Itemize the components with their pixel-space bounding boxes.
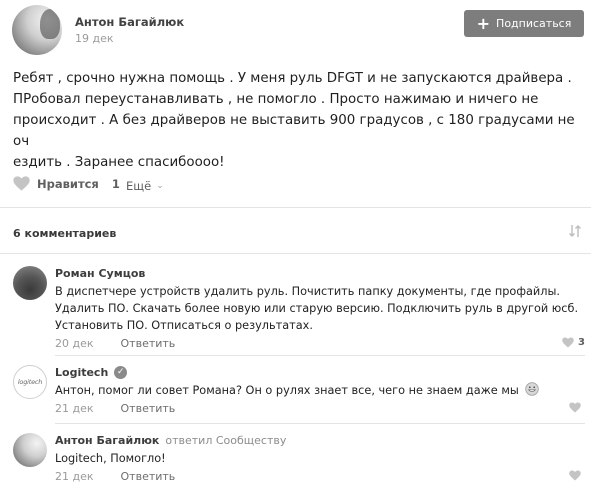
heart-icon <box>562 337 574 348</box>
comment-like-count: 3 <box>578 337 585 348</box>
comment-divider <box>55 355 585 356</box>
replied-to-label[interactable]: ответил Сообществу <box>165 434 286 447</box>
post-author-name[interactable]: Антон Багайлюк <box>75 15 184 29</box>
more-button[interactable]: Ещё ⌄ <box>126 176 164 196</box>
logitech-logo: logitech <box>17 378 43 386</box>
comment-author[interactable]: Роман Сумцов <box>55 266 585 280</box>
comment-text: Антон, помог ли совет Романа? Он о рулях… <box>55 382 583 399</box>
comment-author[interactable]: Logitech ✓ <box>55 365 585 379</box>
like-count: 1 <box>111 176 120 191</box>
plus-icon: + <box>476 13 491 33</box>
reply-button[interactable]: Ответить <box>121 402 176 415</box>
like-label: Нравится <box>37 176 99 191</box>
comment-meta: 20 дек Ответить 3 <box>55 337 585 351</box>
like-button[interactable]: Нравится 1 <box>13 176 120 191</box>
actions-divider <box>0 207 591 208</box>
comment-body: Роман Сумцов В диспетчере устройств удал… <box>55 266 585 351</box>
comment-divider <box>55 423 585 424</box>
comment-date[interactable]: 20 дек <box>55 337 94 350</box>
commenter-avatar[interactable] <box>13 433 47 467</box>
post-header: Антон Багайлюк 19 дек + Подписаться <box>12 5 584 55</box>
subscribe-label: Подписаться <box>496 17 572 30</box>
comments-count: 6 комментариев <box>13 227 117 240</box>
subscribe-button[interactable]: + Подписаться <box>464 10 584 37</box>
post-page: Антон Багайлюк 19 дек + Подписаться Ребя… <box>0 0 591 489</box>
logitech-avatar[interactable]: logitech <box>13 365 47 399</box>
comment-meta: 21 дек Ответить <box>55 470 585 484</box>
comment-meta: 21 дек Ответить <box>55 402 585 416</box>
grinning-emoji-icon <box>525 382 540 396</box>
post-date[interactable]: 19 дек <box>75 32 114 45</box>
heart-icon <box>569 402 581 413</box>
verified-check-icon: ✓ <box>114 365 128 379</box>
post-actions: Нравится 1 Ещё ⌄ <box>13 176 573 196</box>
comment-author[interactable]: Антон Багайлюк ответил Сообществу <box>55 433 585 447</box>
chevron-down-icon: ⌄ <box>156 181 164 191</box>
comment-text: Logitech, Помогло! <box>55 452 166 465</box>
reply-button[interactable]: Ответить <box>121 337 176 350</box>
comment-like-button[interactable] <box>569 470 585 481</box>
commenter-avatar[interactable] <box>13 266 47 300</box>
comment-body: Logitech ✓ Антон, помог ли совет Романа?… <box>55 365 585 416</box>
comment-text-content: Антон, помог ли совет Романа? Он о рулях… <box>55 384 519 397</box>
comment-date[interactable]: 21 дек <box>55 470 94 483</box>
comment-like-button[interactable]: 3 <box>562 337 585 348</box>
reply-button[interactable]: Ответить <box>121 470 176 483</box>
comment-date[interactable]: 21 дек <box>55 402 94 415</box>
comment-author-name[interactable]: Logitech <box>55 366 108 379</box>
post-text: Ребят , срочно нужна помощь . У меня рул… <box>13 71 575 170</box>
comments-divider <box>0 253 591 254</box>
comment-text: В диспетчере устройств удалить руль. Поч… <box>55 285 579 332</box>
comment-body: Антон Багайлюк ответил Сообществу Logite… <box>55 433 585 484</box>
author-avatar[interactable] <box>12 5 62 55</box>
comment-like-button[interactable] <box>569 402 585 413</box>
heart-icon <box>13 176 30 191</box>
sort-icon[interactable] <box>568 224 582 238</box>
heart-icon <box>569 470 581 481</box>
more-label: Ещё <box>126 179 152 193</box>
comment-author-name[interactable]: Антон Багайлюк <box>55 434 159 447</box>
comment-author-name[interactable]: Роман Сумцов <box>55 267 145 280</box>
